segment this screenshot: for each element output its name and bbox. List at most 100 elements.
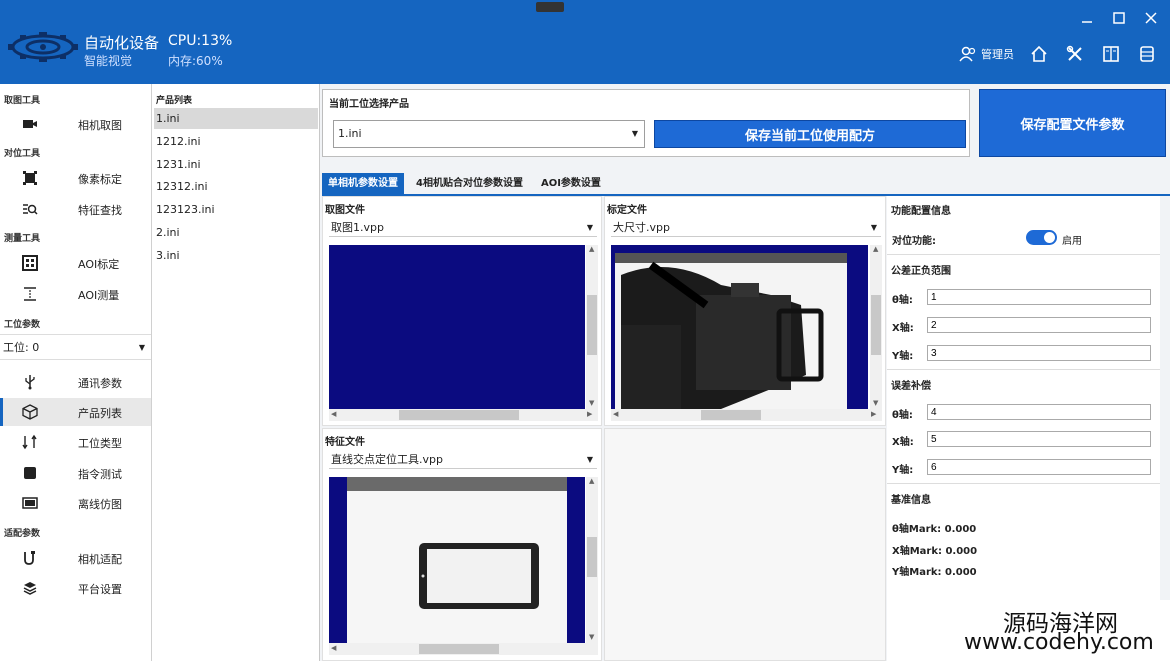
divider [887,254,1160,255]
divider [887,369,1160,370]
cpu-usage: CPU:13% [168,33,233,49]
station-value: 工位: 0 [3,341,40,354]
product-list-item[interactable]: 12312.ini [154,176,318,197]
tolerance-title: 公差正负范围 [891,266,951,277]
compensation-title: 误差补偿 [891,381,931,392]
maximize-icon[interactable] [1110,9,1128,27]
watermark-url: www.codehy.com [964,630,1154,655]
book-icon[interactable] [1100,43,1122,65]
calib-image-view[interactable] [611,245,868,409]
comp-theta-label: θ轴: [892,410,913,421]
nav-item-command-test[interactable]: 指令测试 [0,459,151,487]
nav-item-pixel-calib[interactable]: 像素标定 [0,164,151,192]
camera-icon [23,120,37,128]
product-list-item[interactable]: 3.ini [154,245,318,266]
func-config-title: 功能配置信息 [891,206,951,217]
nav-item-comm-params[interactable]: 通讯参数 [0,368,151,396]
align-toggle[interactable] [1026,230,1057,245]
nav-item-camera-adapt[interactable]: 相机适配 [0,544,151,572]
nav-item-aoi-calib[interactable]: AOI标定 [0,249,151,277]
comp-theta-input[interactable] [927,404,1151,420]
nav-label: 相机取图 [78,119,122,132]
calib-file-panel: 标定文件 大尺寸.vpp ▼ ▲ ▼ ◀ ▶ [604,196,886,426]
nav-item-offline-sim[interactable]: 离线仿图 [0,489,151,517]
calib-vscroll[interactable]: ▲ ▼ [870,245,882,409]
reference-title: 基准信息 [891,495,931,506]
station-dropdown[interactable]: 工位: 0 ▼ [0,334,151,360]
tab-4-camera[interactable]: 4相机贴合对位参数设置 [410,173,529,195]
cable-icon [24,551,35,565]
tol-theta-input[interactable] [927,289,1151,305]
calib-hscroll[interactable]: ◀ ▶ [611,409,882,421]
grid-icon [22,255,38,271]
calib-file-title: 标定文件 [607,205,647,216]
mark-x: X轴Mark: 0.000 [892,546,978,557]
product-select-panel: 当前工位选择产品 1.ini ▼ 保存当前工位使用配方 [322,89,970,157]
product-list-item[interactable]: 123123.ini [154,199,318,220]
save-config-button[interactable]: 保存配置文件参数 [979,89,1166,157]
database-icon[interactable] [1136,43,1158,65]
calib-camera-image [611,245,868,409]
product-select-label: 当前工位选择产品 [329,99,409,110]
tab-aoi[interactable]: AOI参数设置 [535,173,607,195]
nav-item-product-list[interactable]: 产品列表 [0,398,151,426]
minimize-icon[interactable] [1078,9,1096,27]
feature-vscroll[interactable]: ▲ ▼ [586,477,598,643]
tol-y-input[interactable] [927,345,1151,361]
nav-item-station-type[interactable]: 工位类型 [0,428,151,456]
product-list-item[interactable]: 1.ini [154,108,318,129]
product-list-item[interactable]: 1231.ini [154,154,318,175]
calib-file-value: 大尺寸.vpp [613,221,670,234]
product-dropdown[interactable]: 1.ini ▼ [333,120,645,148]
nav-label: 工位类型 [78,437,122,450]
nav-item-platform-settings[interactable]: 平台设置 [0,574,151,602]
tol-x-label: X轴: [892,323,914,334]
product-list-item[interactable]: 1212.ini [154,131,318,152]
close-icon[interactable] [1142,9,1160,27]
nav-item-aoi-measure[interactable]: AOI测量 [0,280,151,308]
capture-vscroll[interactable]: ▲ ▼ [586,245,598,409]
chevron-down-icon: ▼ [870,223,877,232]
capture-image-view[interactable] [329,245,585,409]
chevron-down-icon: ▼ [586,223,593,232]
swap-icon [22,434,37,450]
feature-tablet-image [329,477,585,643]
tol-theta-label: θ轴: [892,295,913,306]
search-list-icon [23,204,38,215]
user-button[interactable]: 管理员 [959,46,1014,62]
save-station-recipe-button[interactable]: 保存当前工位使用配方 [654,120,966,148]
align-toggle-state: 启用 [1062,236,1082,247]
feature-file-dropdown[interactable]: 直线交点定位工具.vpp ▼ [329,451,597,469]
nav-section-align: 对位工具 [4,149,41,159]
nav-section-capture: 取图工具 [4,96,41,106]
feature-hscroll[interactable]: ◀ [329,643,598,655]
tab-single-camera[interactable]: 单相机参数设置 [322,173,404,195]
nav-label: 像素标定 [78,173,122,186]
mark-y: Y轴Mark: 0.000 [892,567,977,578]
nav-item-feature-search[interactable]: 特征查找 [0,195,151,223]
align-function-label: 对位功能: [892,236,936,247]
memory-usage: 内存:60% [168,54,223,68]
usb-icon [25,375,35,390]
nav-label: 产品列表 [78,407,122,420]
nav-item-camera-capture[interactable]: 相机取图 [0,110,151,138]
calib-file-dropdown[interactable]: 大尺寸.vpp ▼ [611,219,881,237]
comp-x-input[interactable] [927,431,1151,447]
app-name: 自动化设备 [84,34,160,52]
home-icon[interactable] [1028,43,1050,65]
product-list-item[interactable]: 2.ini [154,222,318,243]
capture-hscroll[interactable]: ◀ ▶ [329,409,598,421]
capture-file-dropdown[interactable]: 取图1.vpp ▼ [329,219,597,237]
gear-logo-icon [8,32,78,62]
capture-file-title: 取图文件 [325,205,365,216]
param-tabs: 单相机参数设置 4相机贴合对位参数设置 AOI参数设置 [322,173,607,195]
tools-icon[interactable] [1064,43,1086,65]
nav-section-station: 工位参数 [4,320,41,330]
comp-x-label: X轴: [892,437,914,448]
feature-file-title: 特征文件 [325,437,365,448]
window-handle[interactable] [536,2,564,12]
nav-section-measure: 测量工具 [4,234,41,244]
comp-y-input[interactable] [927,459,1151,475]
tol-x-input[interactable] [927,317,1151,333]
feature-image-view[interactable] [329,477,585,643]
